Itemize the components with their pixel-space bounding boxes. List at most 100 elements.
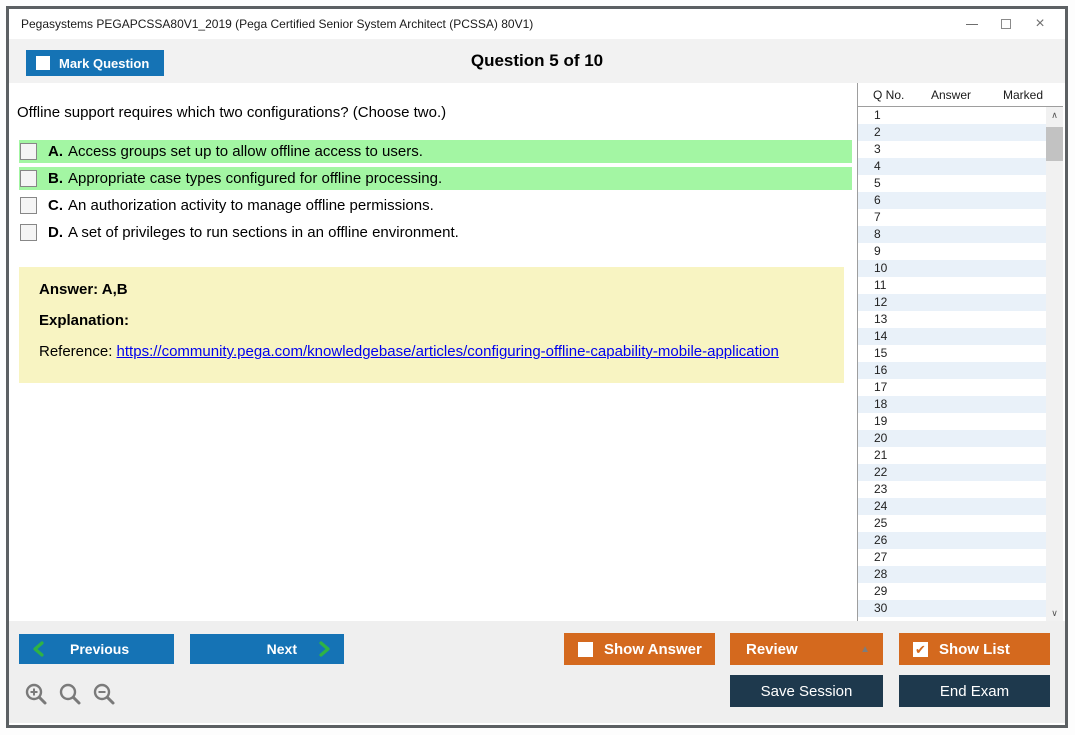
maximize-icon [1001,19,1011,29]
scroll-up-icon[interactable]: ∧ [1046,107,1063,123]
question-list-row[interactable]: 1 [858,107,1046,124]
maximize-button[interactable] [989,9,1023,39]
question-list-panel: Q No. Answer Marked 1 2 3 4 5 6 7 8 9 10 11 12 13 14 1… [857,83,1063,621]
option-letter: C. [48,197,63,214]
question-list-row[interactable]: 23 [858,481,1046,498]
header-strip: Mark Question Question 5 of 10 [9,39,1065,83]
option-checkbox[interactable] [20,197,37,214]
minimize-button[interactable] [955,9,989,39]
question-list-row[interactable]: 20 [858,430,1046,447]
question-list-row[interactable]: 6 [858,192,1046,209]
option-checkbox[interactable] [20,170,37,187]
reference-link[interactable]: https://community.pega.com/knowledgebase… [117,343,779,360]
next-button[interactable]: Next [190,634,344,664]
zoom-reset-icon[interactable] [57,681,84,708]
previous-button[interactable]: Previous [19,634,174,664]
question-list-scrollbar[interactable]: ∧ ∨ [1046,107,1063,621]
question-list-row[interactable]: 19 [858,413,1046,430]
show-answer-button[interactable]: Show Answer [564,633,715,665]
option-text: A set of privileges to run sections in a… [68,224,459,241]
question-list-row[interactable]: 13 [858,311,1046,328]
reference-line: Reference: https://community.pega.com/kn… [39,342,824,362]
option-checkbox[interactable] [20,224,37,241]
footer-bar: Previous Next Show Answer Review ▲ ✔ Sho… [9,621,1065,723]
option-row-b[interactable]: B. Appropriate case types configured for … [19,167,852,190]
answer-line: Answer: A,B [39,281,128,298]
option-row-c[interactable]: C. An authorization activity to manage of… [19,194,852,217]
column-marked: Marked [1003,88,1044,102]
save-session-label: Save Session [760,682,853,700]
option-row-d[interactable]: D. A set of privileges to run sections in… [19,221,852,244]
dropdown-up-icon: ▲ [860,644,870,655]
close-button[interactable]: × [1023,9,1057,39]
question-list-row[interactable]: 30 [858,600,1046,617]
column-answer: Answer [931,88,972,102]
option-letter: A. [48,143,63,160]
question-list-row[interactable]: 18 [858,396,1046,413]
column-qno: Q No. [873,88,905,102]
question-list-row[interactable]: 17 [858,379,1046,396]
title-bar: Pegasystems PEGAPCSSA80V1_2019 (Pega Cer… [9,9,1065,39]
question-list-row[interactable]: 28 [858,566,1046,583]
question-list-row[interactable]: 5 [858,175,1046,192]
zoom-controls [23,681,118,708]
end-exam-button[interactable]: End Exam [899,675,1050,707]
window-title: Pegasystems PEGAPCSSA80V1_2019 (Pega Cer… [21,17,534,31]
question-list-row[interactable]: 8 [858,226,1046,243]
next-label: Next [266,641,297,657]
question-list-row[interactable]: 2 [858,124,1046,141]
option-letter: D. [48,224,63,241]
review-button[interactable]: Review ▲ [730,633,883,665]
zoom-in-icon[interactable] [23,681,50,708]
previous-label: Previous [70,641,130,657]
question-area: Offline support requires which two confi… [9,83,1065,621]
question-list-row[interactable]: 16 [858,362,1046,379]
question-list-row[interactable]: 7 [858,209,1046,226]
chevron-left-icon [33,641,44,657]
option-row-a[interactable]: A. Access groups set up to allow offline … [19,140,852,163]
option-checkbox[interactable] [20,143,37,160]
explanation-line: Explanation: [39,312,130,329]
question-list-row[interactable]: 21 [858,447,1046,464]
question-list-row[interactable]: 25 [858,515,1046,532]
save-session-button[interactable]: Save Session [730,675,883,707]
question-list-header: Q No. Answer Marked [858,83,1063,107]
options-list: A. Access groups set up to allow offline … [19,140,852,248]
show-answer-checkbox[interactable] [578,641,593,657]
question-list-body: 1 2 3 4 5 6 7 8 9 10 11 12 13 14 15 16 17 18 19 20 21 22 23 24 2… [858,107,1046,621]
show-answer-label: Show Answer [604,640,702,658]
question-counter: Question 5 of 10 [470,51,604,70]
close-icon: × [1035,15,1045,32]
chevron-right-icon [319,641,330,657]
window-controls: × [955,9,1057,39]
question-list-row[interactable]: 22 [858,464,1046,481]
review-label: Review [746,640,798,658]
answer-panel: Answer: A,B Explanation: Reference: http… [19,267,844,383]
question-list-row[interactable]: 27 [858,549,1046,566]
question-list-row[interactable]: 3 [858,141,1046,158]
show-list-button[interactable]: ✔ Show List [899,633,1050,665]
question-list-row[interactable]: 10 [858,260,1046,277]
checkmark-icon: ✔ [915,641,926,657]
question-list-row[interactable]: 11 [858,277,1046,294]
option-text: Access groups set up to allow offline ac… [68,143,423,160]
scrollbar-thumb[interactable] [1046,127,1063,161]
option-text: Appropriate case types configured for of… [68,170,443,187]
question-list-row[interactable]: 14 [858,328,1046,345]
show-list-checkbox[interactable]: ✔ [913,641,928,657]
zoom-out-icon[interactable] [91,681,118,708]
question-list-row[interactable]: 9 [858,243,1046,260]
question-list-row[interactable]: 12 [858,294,1046,311]
minimize-icon [966,23,978,25]
show-list-label: Show List [939,640,1010,658]
question-text: Offline support requires which two confi… [17,104,447,121]
question-list-row[interactable]: 26 [858,532,1046,549]
question-list-row[interactable]: 24 [858,498,1046,515]
question-list-row[interactable]: 29 [858,583,1046,600]
option-text: An authorization activity to manage offl… [68,197,434,214]
reference-label: Reference: [39,343,113,360]
question-list-row[interactable]: 15 [858,345,1046,362]
question-list-row[interactable]: 4 [858,158,1046,175]
scroll-down-icon[interactable]: ∨ [1046,605,1063,621]
app-window: Pegasystems PEGAPCSSA80V1_2019 (Pega Cer… [6,6,1068,728]
